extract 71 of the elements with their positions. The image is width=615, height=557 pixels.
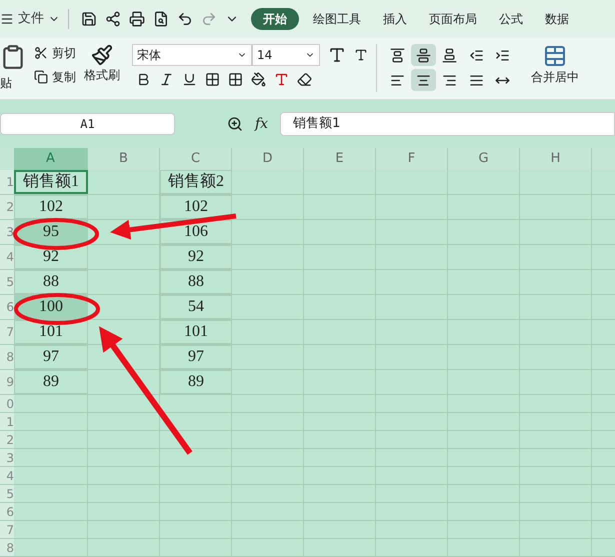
- align-button[interactable]: [411, 69, 436, 91]
- table-cell[interactable]: 89: [160, 370, 232, 394]
- ribbon-tab[interactable]: 公式: [491, 8, 531, 30]
- ribbon-tab[interactable]: 数据: [537, 8, 577, 30]
- column-header[interactable]: C: [160, 148, 232, 170]
- merge-center-button[interactable]: 合并居中: [531, 44, 579, 86]
- format-painter-button[interactable]: 格式刷: [84, 44, 120, 84]
- align-button[interactable]: [411, 44, 436, 66]
- name-box[interactable]: A1: [0, 113, 175, 135]
- column-header[interactable]: B: [88, 148, 160, 170]
- table-cell[interactable]: 销售额1: [14, 170, 88, 194]
- font-color-icon[interactable]: [274, 72, 289, 87]
- table-cell[interactable]: 88: [14, 270, 88, 294]
- column-header[interactable]: D: [232, 148, 304, 170]
- scissors-icon: [34, 46, 48, 60]
- font-field[interactable]: 宋体: [132, 44, 252, 66]
- ribbon-tab[interactable]: 开始: [251, 8, 299, 30]
- table-cell[interactable]: 97: [14, 345, 88, 369]
- bold-icon[interactable]: [136, 72, 151, 87]
- table-cell[interactable]: 54: [160, 295, 232, 319]
- table-cell[interactable]: 101: [14, 320, 88, 344]
- align-icon: [416, 72, 432, 88]
- align-icon: [495, 48, 510, 62]
- save-icon[interactable]: [81, 11, 97, 27]
- formula-field[interactable]: 销售额1: [280, 112, 615, 136]
- shrink-font-icon[interactable]: [354, 48, 368, 62]
- table-cell[interactable]: 97: [160, 345, 232, 369]
- column-header[interactable]: F: [376, 148, 448, 170]
- table-cell[interactable]: 101: [160, 320, 232, 344]
- preview-icon[interactable]: [153, 11, 169, 27]
- ribbon-tab[interactable]: 绘图工具: [305, 8, 369, 30]
- menu-icon: [0, 12, 14, 26]
- print-icon[interactable]: [129, 11, 145, 27]
- table-cell[interactable]: 89: [14, 370, 88, 394]
- border-icon[interactable]: [205, 72, 220, 87]
- cut-button[interactable]: 剪切: [34, 44, 76, 62]
- table-cell[interactable]: 92: [160, 245, 232, 269]
- font-size-field[interactable]: 14: [252, 44, 320, 66]
- grow-font-icon[interactable]: [328, 46, 346, 64]
- undo-icon[interactable]: [177, 11, 193, 27]
- align-icon: [468, 48, 484, 62]
- merge-cells-icon: [543, 44, 567, 68]
- underline-icon[interactable]: [182, 72, 197, 87]
- eraser-icon[interactable]: [297, 72, 312, 87]
- align-icon: [468, 72, 484, 88]
- zoom-icon[interactable]: [227, 116, 243, 132]
- paste-button[interactable]: 贴: [0, 74, 12, 92]
- fx-label: fx: [255, 114, 268, 134]
- copy-icon: [34, 70, 48, 84]
- copy-button[interactable]: 复制: [34, 68, 76, 86]
- table-cell[interactable]: 102: [14, 195, 88, 219]
- table-cell[interactable]: 106: [160, 220, 232, 244]
- table-cell[interactable]: 102: [160, 195, 232, 219]
- align-icon: [442, 72, 458, 88]
- table-cell[interactable]: 92: [14, 245, 88, 269]
- brush-icon: [91, 44, 113, 66]
- share-icon[interactable]: [105, 11, 121, 27]
- ribbon-tab[interactable]: 页面布局: [421, 8, 485, 30]
- align-icon: [442, 48, 458, 62]
- column-header[interactable]: E: [304, 148, 376, 170]
- italic-icon[interactable]: [159, 72, 174, 87]
- column-header[interactable]: H: [520, 148, 592, 170]
- table-cell[interactable]: 88: [160, 270, 232, 294]
- file-menu[interactable]: 文件: [0, 9, 60, 29]
- ribbon-tab[interactable]: 插入: [375, 8, 415, 30]
- column-header[interactable]: G: [448, 148, 520, 170]
- fill-color-icon[interactable]: [251, 72, 266, 87]
- align-icon: [416, 48, 432, 62]
- align-icon: [390, 72, 405, 88]
- align-icon: [390, 48, 405, 62]
- table-cell[interactable]: 销售额2: [160, 170, 232, 194]
